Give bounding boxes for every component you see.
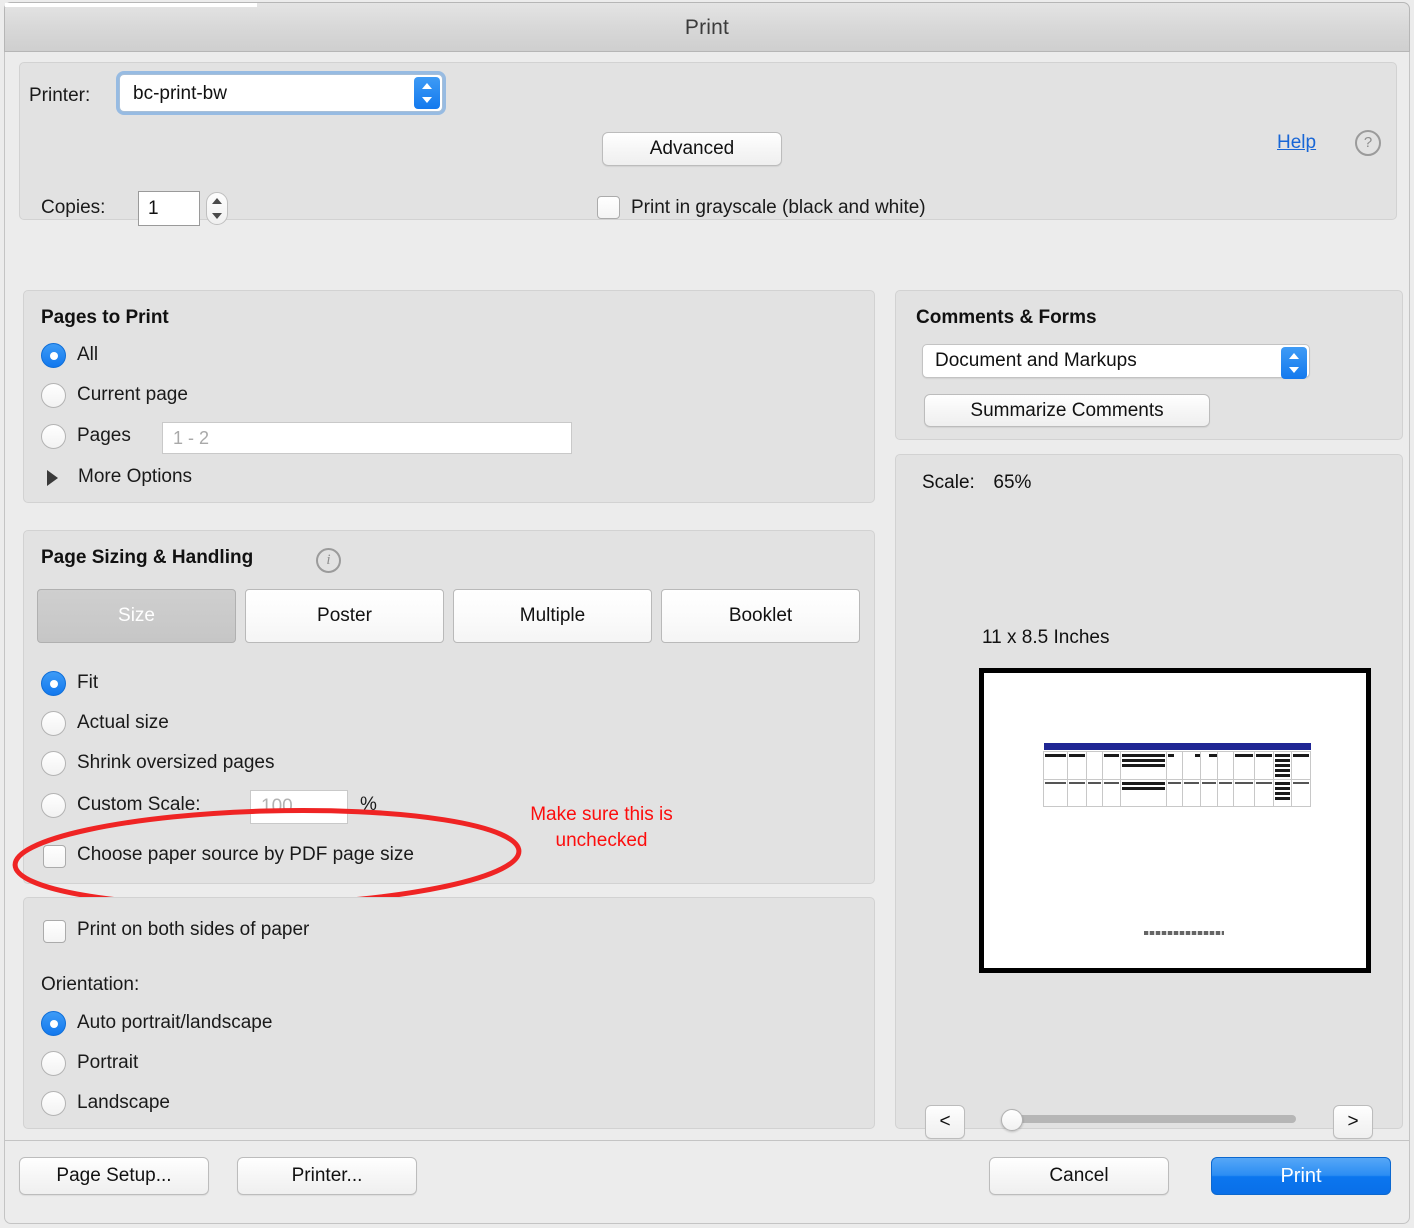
annotation-text-line1: Make sure this is (530, 804, 673, 825)
label-actual-size: Actual size (77, 712, 169, 733)
page-sizing-title: Page Sizing & Handling (41, 547, 254, 568)
copies-input[interactable]: 1 (138, 191, 200, 226)
size-mode-button-poster[interactable]: Poster (245, 589, 444, 643)
cancel-button[interactable]: Cancel (989, 1157, 1169, 1195)
preview-next-button[interactable]: > (1333, 1105, 1373, 1139)
radio-current-page[interactable] (41, 383, 66, 408)
radio-all[interactable] (41, 343, 66, 368)
disclosure-triangle-icon[interactable] (47, 470, 58, 486)
grayscale-label: Print in grayscale (black and white) (631, 197, 926, 218)
radio-landscape[interactable] (41, 1091, 66, 1116)
custom-scale-placeholder: 100 (261, 796, 293, 817)
window-edge-notch (5, 3, 257, 7)
chevron-updown-icon[interactable] (1281, 347, 1307, 379)
grayscale-checkbox[interactable] (597, 196, 620, 219)
preview-prev-button[interactable]: < (925, 1105, 965, 1139)
label-pages: Pages (77, 425, 131, 446)
printer-label: Printer: (29, 85, 91, 106)
orientation-label: Orientation: (41, 974, 140, 995)
radio-auto-orientation[interactable] (41, 1011, 66, 1036)
both-sides-checkbox[interactable] (43, 920, 66, 943)
print-button[interactable]: Print (1211, 1157, 1391, 1195)
copies-label: Copies: (41, 197, 106, 218)
summarize-comments-button[interactable]: Summarize Comments (924, 394, 1210, 427)
preview-scale: Scale: 65% (922, 472, 1031, 494)
radio-actual-size[interactable] (41, 711, 66, 736)
preview-document-table (1042, 743, 1311, 807)
pages-range-placeholder: 1 - 2 (173, 428, 210, 448)
comments-forms-title: Comments & Forms (916, 307, 1097, 328)
print-dialog-window: Print Printer: bc-print-bw Advanced Copi… (0, 0, 1414, 1228)
preview-scale-label: Scale: (922, 472, 975, 493)
radio-fit[interactable] (41, 671, 66, 696)
comments-forms-select[interactable]: Document and Markups (922, 344, 1310, 379)
paper-source-checkbox[interactable] (43, 845, 66, 868)
printer-select-value: bc-print-bw (133, 83, 227, 104)
custom-scale-input[interactable]: 100 (250, 790, 348, 824)
pages-range-input[interactable]: 1 - 2 (162, 422, 572, 454)
comments-forms-select-value: Document and Markups (935, 350, 1137, 371)
dialog-footer: Page Setup... Printer... Cancel Print (4, 1140, 1410, 1224)
preview-page-content (999, 686, 1351, 968)
table-header-row (1043, 743, 1311, 752)
printer-button[interactable]: Printer... (237, 1157, 417, 1195)
preview-paper-size: 11 x 8.5 Inches (982, 627, 1110, 648)
more-options-label[interactable]: More Options (78, 466, 192, 488)
radio-portrait[interactable] (41, 1051, 66, 1076)
preview-footer-text (1144, 931, 1224, 935)
size-mode-button-booklet[interactable]: Booklet (661, 589, 860, 643)
help-link[interactable]: Help (1277, 132, 1316, 154)
advanced-button[interactable]: Advanced (602, 132, 782, 166)
preview-page-slider-thumb[interactable] (1001, 1109, 1023, 1131)
label-portrait: Portrait (77, 1052, 139, 1073)
label-landscape: Landscape (77, 1092, 170, 1113)
preview-scale-value: 65% (993, 472, 1032, 493)
copies-stepper[interactable] (206, 192, 228, 225)
printer-select[interactable]: bc-print-bw (119, 74, 443, 112)
pages-to-print-title: Pages to Print (41, 307, 169, 328)
label-fit: Fit (77, 672, 99, 693)
percent-symbol: % (360, 794, 377, 815)
paper-source-label: Choose paper source by PDF page size (77, 844, 414, 865)
label-auto-orientation: Auto portrait/landscape (77, 1012, 273, 1033)
preview-page-frame (979, 668, 1371, 973)
annotation-text-line2: unchecked (555, 830, 648, 851)
dialog-body: Printer: bc-print-bw Advanced Copies: 1 … (4, 52, 1410, 1200)
copies-value: 1 (148, 198, 159, 219)
table-row (1042, 779, 1311, 807)
both-sides-label: Print on both sides of paper (77, 919, 310, 940)
preview-page-slider-track[interactable] (1004, 1115, 1296, 1123)
radio-custom-scale[interactable] (41, 793, 66, 818)
label-shrink-oversized: Shrink oversized pages (77, 752, 275, 773)
size-mode-button-size[interactable]: Size (37, 589, 236, 643)
label-all: All (77, 344, 99, 365)
annotation-text: Make sure this is unchecked (499, 802, 704, 854)
page-setup-button[interactable]: Page Setup... (19, 1157, 209, 1195)
window-title: Print (684, 16, 730, 39)
radio-shrink-oversized[interactable] (41, 751, 66, 776)
table-row (1042, 751, 1311, 780)
chevron-updown-icon[interactable] (414, 77, 440, 109)
size-mode-button-multiple[interactable]: Multiple (453, 589, 652, 643)
page-sizing-panel (23, 530, 875, 884)
radio-pages[interactable] (41, 424, 66, 449)
title-bar: Print (4, 2, 1410, 52)
question-mark-icon[interactable]: ? (1355, 130, 1381, 156)
info-icon[interactable]: i (316, 548, 341, 573)
label-custom-scale: Custom Scale: (77, 794, 201, 815)
label-current-page: Current page (77, 384, 188, 405)
